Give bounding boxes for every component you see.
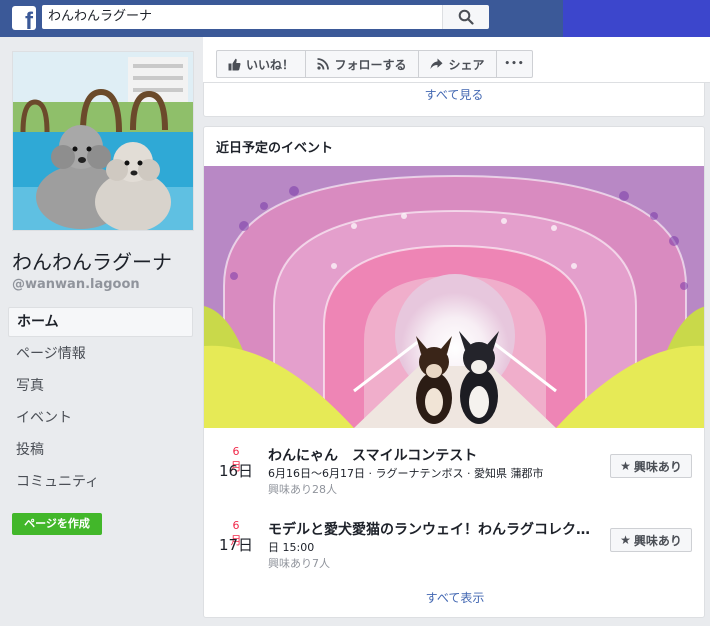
event-cover-image[interactable] <box>204 166 704 428</box>
events-card: 近日予定のイベント 6月 16日 わんにゃん スマイルコンテスト 6月16日～6… <box>203 126 705 618</box>
event-day: 17日 <box>218 536 254 554</box>
event-detail: 6月16日～6月17日 · ラグーナテンボス · 愛知県 蒲郡市 <box>268 467 544 480</box>
more-options-button[interactable]: ••• <box>496 50 533 78</box>
see-all-events-link[interactable]: すべて表示 <box>204 589 704 606</box>
more-dots-icon: ••• <box>504 59 525 69</box>
nav-item-photos[interactable]: 写真 <box>8 371 193 401</box>
star-icon: ★ <box>620 459 631 473</box>
previous-card: すべて見る <box>203 83 705 117</box>
event-day: 16日 <box>218 462 254 480</box>
event-interest-count: 興味あり7人 <box>268 557 330 570</box>
page-title: わんわんラグーナ <box>12 250 172 274</box>
nav-item-events[interactable]: イベント <box>8 403 193 433</box>
event-item[interactable]: 6月 17日 モデルと愛犬愛猫のランウェイ！わんラグコレクション 日 15:00… <box>204 519 704 581</box>
interested-button[interactable]: ★ 興味あり <box>610 454 692 478</box>
create-page-button[interactable]: ページを作成 <box>12 513 102 535</box>
top-bar-right <box>563 0 710 37</box>
interested-button[interactable]: ★ 興味あり <box>610 528 692 552</box>
profile-photo[interactable] <box>12 51 194 231</box>
nav-item-about[interactable]: ページ情報 <box>8 339 193 369</box>
action-bar: いいね！ フォローする シェア ••• <box>203 37 710 83</box>
event-name-link[interactable]: モデルと愛犬愛猫のランウェイ！わんラグコレクション <box>268 519 598 539</box>
page-handle[interactable]: @wanwan.lagoon <box>12 277 140 292</box>
events-title: 近日予定のイベント <box>216 141 334 156</box>
follow-button[interactable]: フォローする <box>305 50 419 78</box>
see-all-link[interactable]: すべて見る <box>204 86 704 103</box>
search-button[interactable] <box>442 5 489 29</box>
nav-item-posts[interactable]: 投稿 <box>8 435 193 465</box>
nav-item-community[interactable]: コミュニティ <box>8 467 193 497</box>
like-button[interactable]: いいね！ <box>216 50 306 78</box>
event-name-link[interactable]: わんにゃん スマイルコンテスト <box>268 445 598 465</box>
nav-item-home[interactable]: ホーム <box>8 307 193 337</box>
star-icon: ★ <box>620 533 631 547</box>
poodles-photo <box>13 52 193 230</box>
rss-icon <box>317 58 330 70</box>
facebook-logo-icon[interactable]: f <box>12 6 36 30</box>
event-interest-count: 興味あり28人 <box>268 483 337 496</box>
event-item[interactable]: 6月 16日 わんにゃん スマイルコンテスト 6月16日～6月17日 · ラグー… <box>204 445 704 507</box>
share-arrow-icon <box>430 58 443 69</box>
flower-arch-photo <box>204 166 704 428</box>
event-detail: 日 15:00 <box>268 541 315 554</box>
search-input[interactable]: わんわんラグーナ <box>42 5 442 29</box>
search-icon <box>458 9 474 25</box>
thumbs-up-icon <box>228 58 241 70</box>
share-button[interactable]: シェア <box>418 50 497 78</box>
